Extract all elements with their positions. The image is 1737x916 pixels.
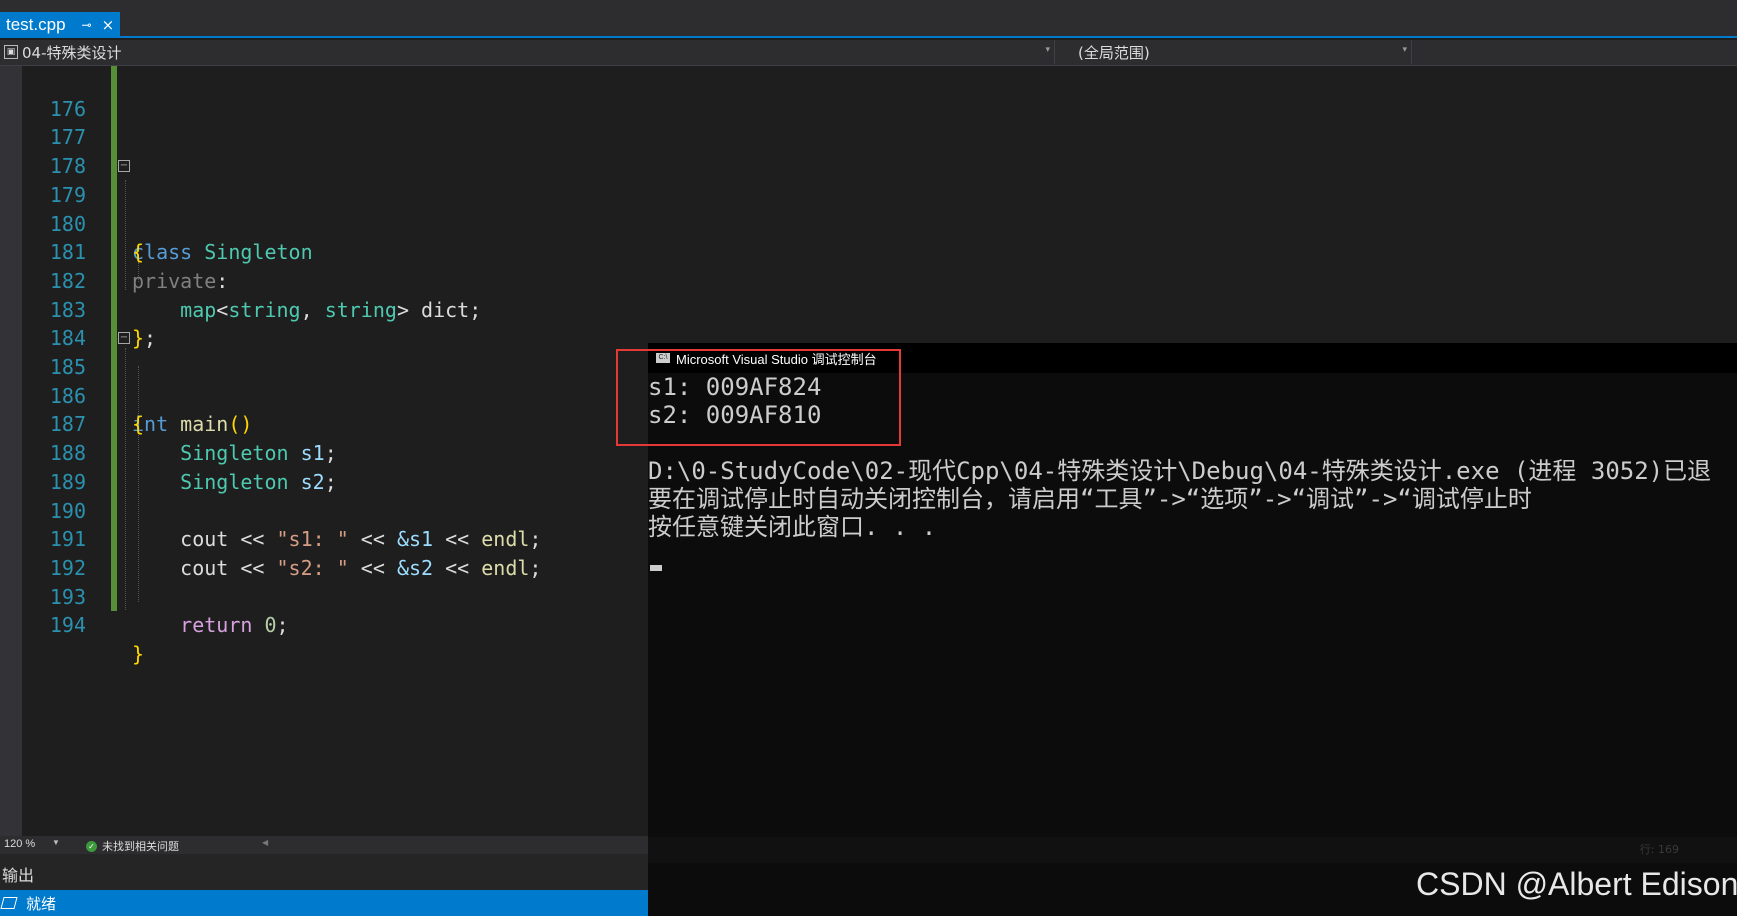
console-output-line: 按任意键关闭此窗口. . . — [648, 513, 937, 541]
pin-icon[interactable]: ⊸ — [82, 18, 92, 32]
project-icon: ▣ — [4, 45, 18, 59]
line-indicator: 行: 169 — [1639, 843, 1679, 856]
code-line: 192 — [0, 525, 648, 580]
keyword-return: return — [180, 613, 253, 638]
status-text: 就绪 — [26, 894, 57, 913]
editor-status-row: 120 % ▼ ✓ 未找到相关问题 ◀ — [0, 836, 648, 854]
number-literal: 0 — [264, 613, 277, 638]
close-brace: } — [132, 642, 145, 666]
punct: ; — [276, 613, 289, 638]
issues-indicator[interactable]: ✓ 未找到相关问题 — [86, 838, 179, 854]
chevron-down-icon[interactable]: ▼ — [52, 838, 60, 847]
chevron-down-icon: ▾ — [1402, 45, 1407, 55]
console-cursor — [650, 565, 662, 571]
status-bar: 就绪 — [0, 890, 648, 916]
code-line: 182 map<string, string> dict; — [0, 238, 648, 322]
code-line: 189 — [0, 439, 648, 494]
watermark: CSDN @Albert Edison — [1416, 866, 1737, 902]
project-name: 04-特殊类设计 — [22, 43, 122, 62]
code-line: 177 — [0, 95, 648, 149]
code-line: 187 Singleton s1; — [0, 382, 648, 465]
zoom-level[interactable]: 120 % — [4, 838, 35, 850]
output-pane: 输出 — [0, 854, 648, 890]
output-title[interactable]: 输出 — [2, 862, 34, 886]
highlight-box — [616, 349, 901, 446]
tab-filename: test.cpp — [6, 15, 66, 34]
collapse-icon[interactable]: − — [118, 160, 130, 173]
code-line: 191 cout << "s2: " << &s2 << endl; — [0, 497, 648, 580]
code-editor[interactable]: 176 177 178 179 − class Singleton 180 { … — [0, 66, 648, 836]
hidden-status-strip: 行: 169 — [648, 837, 1737, 863]
code-line: 179 − class Singleton — [0, 152, 648, 264]
scope-dropdown[interactable]: (全局范围) ▾ — [1060, 40, 1412, 64]
code-line: 193 return 0; — [0, 554, 648, 638]
chevron-down-icon: ▾ — [1045, 45, 1050, 55]
collapse-icon[interactable]: − — [118, 332, 130, 345]
issues-text: 未找到相关问题 — [102, 841, 179, 853]
code-line: 194 } — [0, 583, 648, 666]
code-line: 190 cout << "s1: " << &s1 << endl; — [0, 468, 648, 552]
navigation-bar: ▣ 04-特殊类设计 ▾ (全局范围) ▾ — [0, 40, 1737, 66]
code-line: 185 − int main() — [0, 324, 648, 436]
code-line: 188 Singleton s2; — [0, 410, 648, 494]
code-line: 181 private: — [0, 210, 648, 293]
check-icon: ✓ — [86, 840, 97, 852]
document-tab-strip: test.cpp ⊸ × — [0, 0, 1737, 38]
code-line: 180 { — [0, 181, 648, 265]
tab-test-cpp[interactable]: test.cpp ⊸ × — [0, 12, 120, 38]
code-line: 183 }; — [0, 267, 648, 351]
console-output-line: D:\0-StudyCode\02-现代Cpp\04-特殊类设计\Debug\0… — [648, 457, 1712, 485]
scroll-left-icon[interactable]: ◀ — [262, 838, 268, 847]
code-line: 176 — [0, 66, 648, 121]
status-icon — [0, 897, 18, 909]
scope-name: (全局范围) — [1078, 43, 1150, 62]
code-line: 186 { — [0, 353, 648, 437]
code-line: 184 — [0, 296, 648, 350]
close-icon[interactable]: × — [102, 16, 115, 34]
code-line: 178 — [0, 123, 648, 178]
project-dropdown[interactable]: ▣ 04-特殊类设计 ▾ — [4, 40, 1055, 64]
console-output-line: 要在调试停止时自动关闭控制台，请启用“工具”->“选项”->“调试”->“调试停… — [648, 485, 1532, 513]
line-number: 194 — [49, 613, 86, 638]
